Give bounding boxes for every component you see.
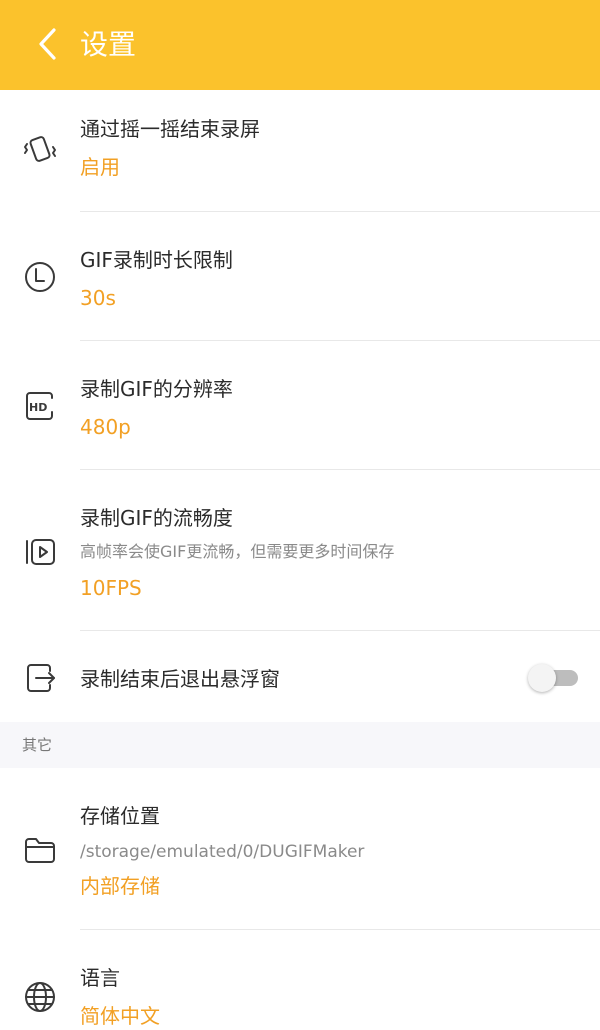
setting-gif-duration-limit[interactable]: GIF录制时长限制 30s [0,212,600,341]
exit-icon [20,658,60,698]
setting-value: 简体中文 [80,1004,160,1028]
chevron-left-icon [39,28,56,60]
globe-icon [20,977,60,1017]
setting-value: 480p [80,415,131,439]
section-label: 其它 [22,736,53,754]
setting-description: 高帧率会使GIF更流畅，但需要更多时间保存 [80,542,395,561]
section-header-other: 其它 [0,722,600,768]
setting-value: 10FPS [80,576,142,600]
clock-icon [20,257,60,297]
setting-value: 启用 [80,155,120,179]
setting-label: 存储位置 [80,804,160,828]
hd-icon: HD [20,386,60,426]
setting-label: 语言 [80,966,120,990]
setting-gif-resolution[interactable]: HD 录制GIF的分辨率 480p [0,341,600,470]
video-frames-icon [20,532,60,572]
setting-value: 内部存储 [80,874,160,898]
setting-label: 录制GIF的流畅度 [80,506,233,530]
shake-phone-icon [20,130,60,170]
setting-language[interactable]: 语言 简体中文 [0,930,600,1028]
setting-storage-location[interactable]: 存储位置 /storage/emulated/0/DUGIFMaker 内部存储 [0,768,600,930]
setting-shake-to-stop[interactable]: 通过摇一摇结束录屏 启用 [0,90,600,212]
setting-value: 30s [80,286,116,310]
setting-label: 录制GIF的分辨率 [80,377,233,401]
setting-label: GIF录制时长限制 [80,248,233,272]
toggle-knob [528,664,556,692]
setting-label: 通过摇一摇结束录屏 [80,117,260,141]
storage-path: /storage/emulated/0/DUGIFMaker [80,842,365,862]
setting-label: 录制结束后退出悬浮窗 [80,667,280,691]
back-button[interactable] [28,24,68,64]
setting-exit-floating-window[interactable]: 录制结束后退出悬浮窗 [0,631,600,722]
page-title: 设置 [80,28,137,61]
exit-floating-window-toggle[interactable] [528,664,580,692]
setting-gif-fps[interactable]: 录制GIF的流畅度 高帧率会使GIF更流畅，但需要更多时间保存 10FPS [0,470,600,631]
app-bar: 设置 [0,0,600,90]
folder-icon [20,830,60,870]
svg-text:HD: HD [29,401,47,414]
